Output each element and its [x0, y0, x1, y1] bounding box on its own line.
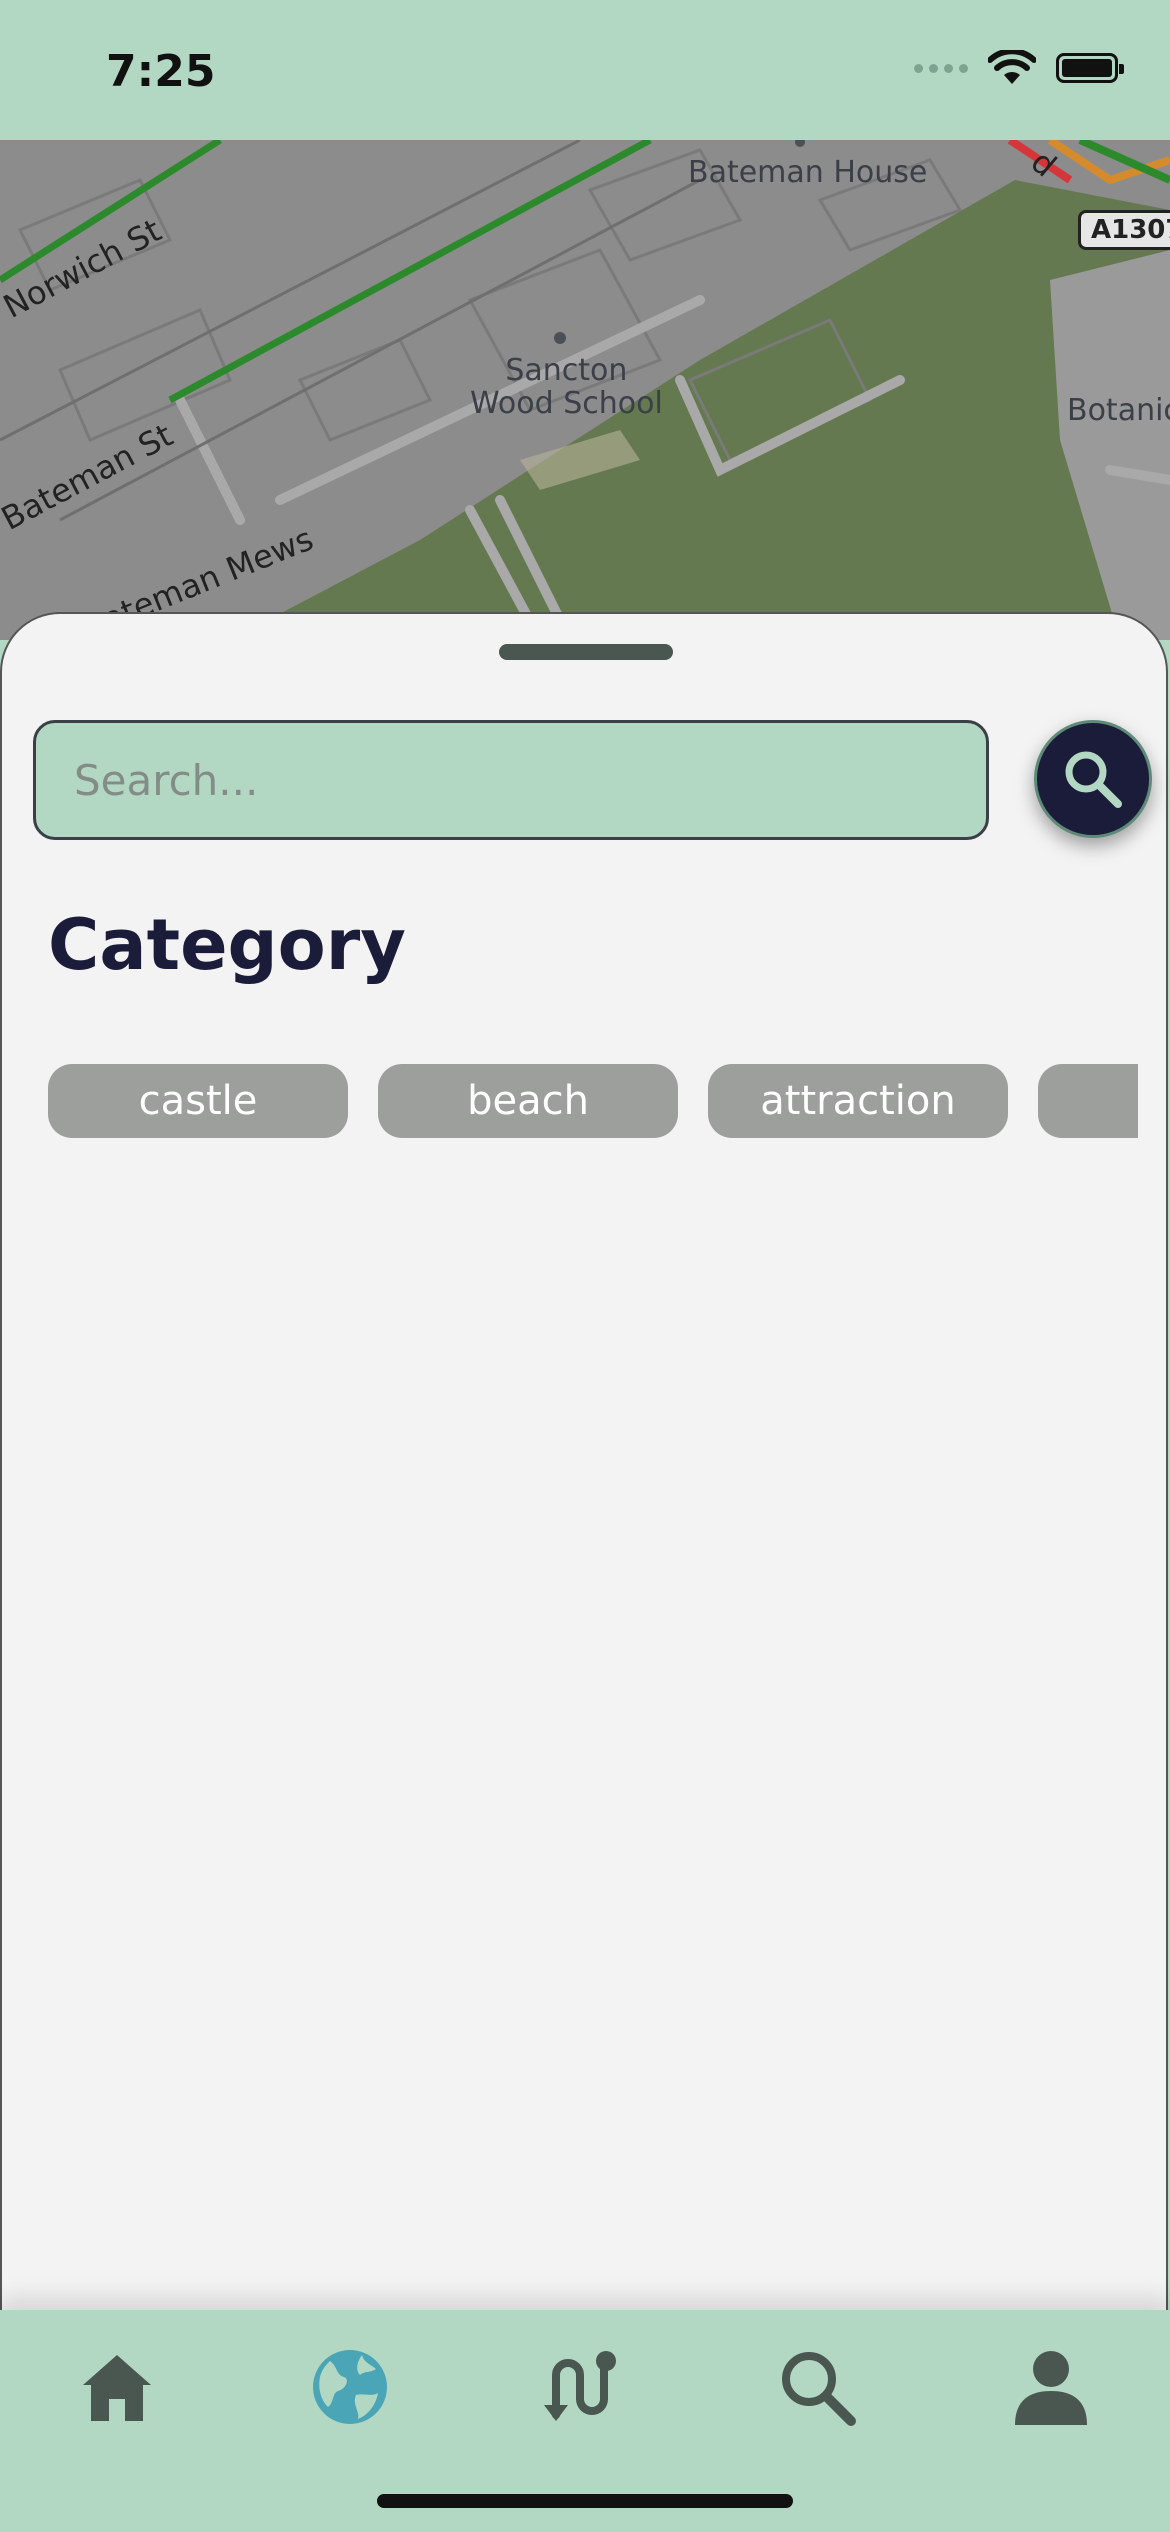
map-label-bateman-house: Bateman House: [688, 155, 928, 190]
home-icon: [83, 2355, 151, 2421]
status-icons: [914, 48, 1124, 88]
search-bottom-sheet: Category castle beach attraction m: [0, 612, 1168, 2312]
map-label-sancton-wood-school: Sancton Wood School: [470, 354, 663, 420]
search-button[interactable]: [1034, 720, 1152, 838]
search-input[interactable]: [33, 720, 989, 840]
nav-explore[interactable]: [295, 2332, 405, 2442]
cellular-signal-icon: [914, 63, 968, 73]
category-chip-partial[interactable]: m: [1038, 1064, 1138, 1138]
globe-icon: [313, 2350, 387, 2424]
nav-search[interactable]: [762, 2332, 872, 2442]
app-screen: 7:25 Bateman House Sancton Wood School B…: [0, 0, 1170, 2532]
nav-profile[interactable]: [996, 2332, 1106, 2442]
map-label-sancton-line1: Sancton: [505, 353, 628, 388]
sheet-drag-handle[interactable]: [499, 644, 673, 660]
map-label-sancton-line2: Wood School: [470, 386, 663, 421]
category-chip-beach[interactable]: beach: [378, 1064, 678, 1138]
category-chip-castle[interactable]: castle: [48, 1064, 348, 1138]
category-title: Category: [48, 904, 406, 986]
category-chip-row[interactable]: castle beach attraction m: [48, 1064, 1138, 1140]
battery-icon: [1056, 53, 1124, 83]
status-time: 7:25: [106, 46, 216, 97]
category-chip-attraction[interactable]: attraction: [708, 1064, 1008, 1138]
home-indicator: [377, 2494, 793, 2508]
nav-home[interactable]: [62, 2332, 172, 2442]
status-bar: 7:25: [0, 0, 1170, 140]
map-label-botanic: Botanic: [1067, 393, 1170, 428]
search-icon: [1065, 751, 1122, 808]
road-shield-a1307: A1307: [1078, 210, 1170, 250]
wifi-icon: [988, 50, 1036, 84]
bottom-nav: [0, 2310, 1170, 2532]
search-icon: [782, 2352, 856, 2426]
profile-icon: [1015, 2351, 1087, 2425]
nav-routes[interactable]: [528, 2332, 638, 2442]
map-view[interactable]: Bateman House Sancton Wood School Botani…: [0, 140, 1170, 640]
route-icon: [544, 2351, 616, 2421]
